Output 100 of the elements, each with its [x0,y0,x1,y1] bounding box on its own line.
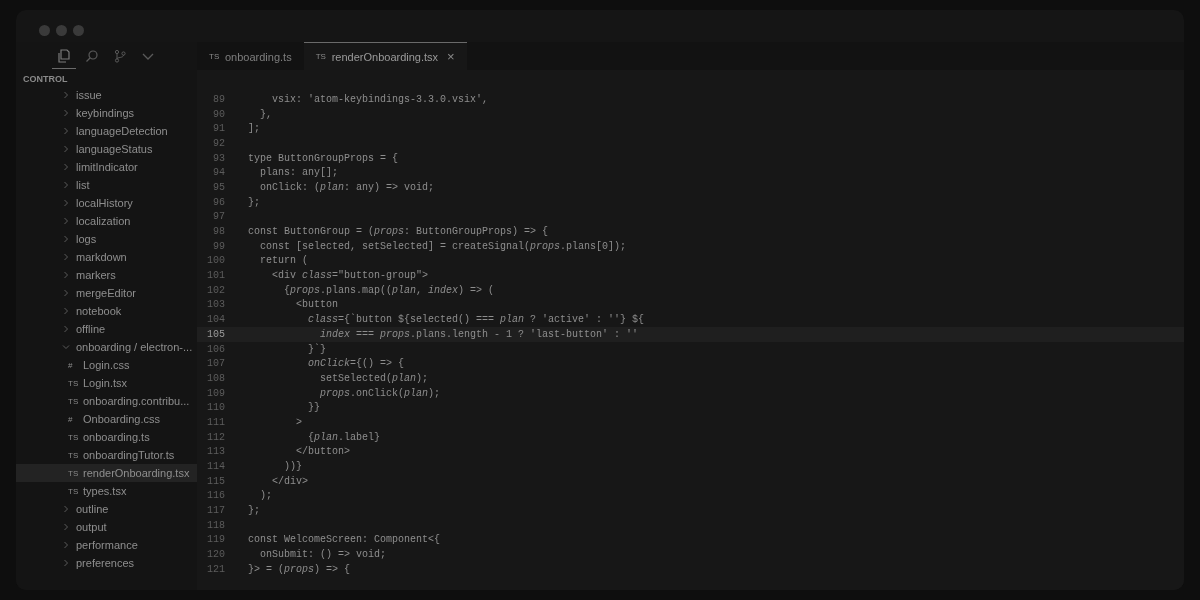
code-line: }> = (props) => { [248,563,351,575]
folder-item[interactable]: markdown [16,248,197,266]
line-number: 118 [206,519,226,531]
folder-item[interactable]: mergeEditor [16,284,197,302]
code-line: }; [248,505,260,517]
folder-item[interactable]: markers [16,266,197,284]
folder-item[interactable]: languageDetection [16,122,197,140]
folder-item[interactable]: languageStatus [16,140,197,158]
line-number: 112 [206,431,226,443]
folder-item[interactable]: outline [16,500,197,518]
code-line: const ButtonGroup = (props: ButtonGroupProps) => { [248,226,549,238]
file-item[interactable]: TS types.tsx [16,482,197,500]
line-number: 99 [212,240,226,252]
folder-item[interactable]: issue [16,86,197,104]
line-number: 120 [206,549,226,561]
line-number: 115 [206,475,226,487]
code-line: const [selected, setSelected] = createSignal(props.plans[0]); [259,240,627,252]
file-item[interactable]: # Onboarding.css [16,410,197,428]
window-control-dot[interactable] [56,24,67,36]
line-number: 114 [206,461,226,473]
line-number: 119 [206,534,226,546]
close-button[interactable]: × [447,49,455,64]
line-number: 103 [206,299,226,311]
line-number: 106 [206,343,226,355]
code-line: }, [259,108,272,120]
folder-item[interactable]: performance [16,536,197,554]
line-number: 101 [206,270,226,282]
line-number: 109 [206,387,226,399]
code-line: props.onClick(plan); [319,387,441,399]
branch-icon [113,48,127,63]
code-line: <button [295,299,338,311]
line-number: 108 [206,372,226,384]
line-number: 113 [206,446,226,458]
window-control-dot[interactable] [73,24,84,36]
line-number: 94 [212,167,226,179]
line-number: 117 [206,505,226,517]
search-icon [85,48,99,63]
code-line: {props.plans.map((plan, index) => ( [283,284,495,296]
line-number: 111 [206,416,226,428]
line-number: 110 [206,402,226,414]
file-item[interactable]: TS Login.tsx [16,374,197,392]
line-number: 121 [206,563,226,575]
code-line: setSelected(plan); [319,372,429,384]
code-line: class={`button ${selected() === plan ? 'active' : ''} ${ [307,314,645,326]
line-number: 116 [206,490,226,502]
code-line: }; [248,196,260,208]
folder-item[interactable]: preferences [16,554,197,572]
folder-item[interactable]: limitIndicator [16,158,197,176]
folder-item[interactable]: localHistory [16,194,197,212]
line-number: 98 [212,226,226,238]
folder-item[interactable]: logs [16,230,197,248]
code-line: {plan.label} [307,431,381,443]
code-line: vsix: 'atom-keybindings-3.3.0.vsix', [271,93,489,105]
line-number: 89 [212,93,226,105]
window-control-dot[interactable] [39,24,50,36]
folder-item[interactable]: offline [16,320,197,338]
file-item[interactable]: TS renderOnboarding.tsx [16,464,197,482]
code-line: const WelcomeScreen: Component<{ [248,534,441,546]
line-number: 95 [212,181,226,193]
line-number: 93 [212,152,226,164]
line-number: 107 [206,358,226,370]
code-line: ]; [248,123,260,135]
code-line: <div class="button-group"> [271,270,429,282]
folder-item[interactable]: list [16,176,197,194]
file-item[interactable]: TS onboarding.ts [16,428,197,446]
code-line: onSubmit: () => void; [259,549,387,561]
code-line: > [295,416,302,428]
files-icon [57,48,71,63]
editor-tab[interactable]: TS onboarding.ts [197,42,304,70]
code-line: type ButtonGroupProps = { [248,152,399,164]
file-item[interactable]: # Login.css [16,356,197,374]
line-number: 102 [206,284,226,296]
file-item[interactable]: TS onboardingTutor.ts [16,446,197,464]
code-line: </button> [295,446,351,458]
folder-item[interactable]: output [16,518,197,536]
line-number: 91 [212,123,226,135]
line-number: 96 [212,196,226,208]
code-line: return ( [259,255,308,267]
code-line: onClick: (plan: any) => void; [259,181,435,193]
line-number: 105 [206,328,226,340]
line-number: 104 [206,314,226,326]
code-line: }} [307,402,320,414]
explorer-section-title: CONTROL [22,73,69,86]
editor-tab[interactable]: TS renderOnboarding.tsx × [303,42,467,70]
code-line: onClick={() => { [307,358,405,370]
code-line: plans: any[]; [259,167,338,179]
folder-item[interactable]: keybindings [16,104,197,122]
code-line: index === props.plans.length - 1 ? 'last-button' : '' [319,328,639,340]
code-line: ); [259,490,272,502]
line-number: 92 [212,137,226,149]
folder-item[interactable]: onboarding / electron-... [16,338,197,356]
line-number: 100 [206,255,226,267]
code-line: ))} [283,461,302,473]
folder-item[interactable]: notebook [16,302,197,320]
line-number: 90 [212,108,226,120]
code-line: </div> [271,475,308,487]
file-item[interactable]: TS onboarding.contribu... [16,392,197,410]
folder-item[interactable]: localization [16,212,197,230]
code-line: }`} [307,343,326,355]
line-number: 97 [212,211,226,223]
